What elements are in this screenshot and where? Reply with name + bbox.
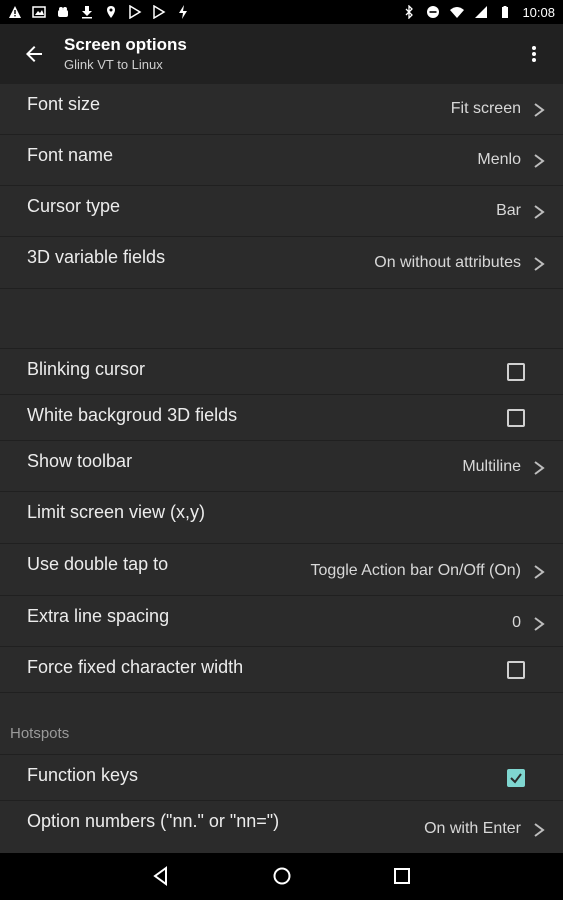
status-system: 10:08 bbox=[402, 5, 555, 20]
chevron-right-icon bbox=[534, 823, 545, 837]
setting-blinking-cursor[interactable]: Blinking cursor bbox=[0, 349, 563, 395]
setting-value: Multiline bbox=[462, 458, 521, 475]
back-arrow-icon[interactable] bbox=[22, 42, 46, 66]
status-time: 10:08 bbox=[522, 4, 555, 20]
download-icon bbox=[82, 6, 92, 19]
setting-label: Show toolbar bbox=[27, 451, 133, 471]
setting-label: Force fixed character width bbox=[27, 657, 244, 677]
bluetooth-icon bbox=[405, 5, 414, 19]
chevron-right-icon bbox=[534, 565, 545, 579]
setting-font-size[interactable]: Font size Fit screen bbox=[0, 84, 563, 135]
setting-limit-screen-view[interactable]: Limit screen view (x,y) bbox=[0, 492, 563, 544]
section-title: Hotspots bbox=[10, 725, 70, 742]
battery-icon bbox=[502, 6, 509, 18]
setting-label: Font name bbox=[27, 145, 114, 165]
setting-option-numbers[interactable]: Option numbers ("nn." or "nn=") On with … bbox=[0, 801, 563, 854]
play-store-icon bbox=[129, 5, 142, 19]
page-subtitle: Glink VT to Linux bbox=[64, 57, 163, 72]
blinking-cursor-checkbox[interactable] bbox=[507, 363, 525, 381]
setting-show-toolbar[interactable]: Show toolbar Multiline bbox=[0, 441, 563, 492]
setting-extra-line-spacing[interactable]: Extra line spacing 0 bbox=[0, 596, 563, 647]
more-options-icon[interactable] bbox=[525, 42, 543, 66]
section-header-hotspots: Hotspots bbox=[0, 693, 563, 755]
signal-icon bbox=[475, 6, 488, 18]
setting-label: Option numbers ("nn." or "nn=") bbox=[27, 811, 280, 831]
setting-label: Font size bbox=[27, 94, 101, 114]
navigation-bar bbox=[0, 853, 563, 900]
do-not-disturb-icon bbox=[427, 6, 440, 18]
image-icon bbox=[32, 6, 46, 18]
setting-value: Menlo bbox=[477, 151, 521, 168]
status-bar: 10:08 bbox=[0, 0, 563, 24]
list-spacer bbox=[0, 289, 563, 349]
setting-label: Limit screen view (x,y) bbox=[27, 502, 206, 522]
setting-label: Blinking cursor bbox=[27, 359, 146, 379]
setting-label: 3D variable fields bbox=[27, 247, 166, 267]
app-bar-titles: Screen options Glink VT to Linux bbox=[64, 34, 187, 74]
setting-function-keys[interactable]: Function keys bbox=[0, 755, 563, 801]
setting-value: Toggle Action bar On/Off (On) bbox=[310, 562, 521, 579]
function-keys-checkbox[interactable] bbox=[507, 769, 525, 787]
recents-square-icon[interactable] bbox=[391, 865, 413, 887]
back-triangle-icon[interactable] bbox=[150, 865, 172, 887]
setting-value: On with Enter bbox=[424, 820, 521, 837]
chevron-right-icon bbox=[534, 103, 545, 117]
checkmark-icon bbox=[510, 773, 522, 784]
white-background-checkbox[interactable] bbox=[507, 409, 525, 427]
play-store-icon bbox=[153, 5, 166, 19]
android-icon bbox=[58, 7, 68, 17]
flash-icon bbox=[179, 5, 187, 19]
setting-label: Cursor type bbox=[27, 196, 121, 216]
setting-label: Use double tap to bbox=[27, 554, 169, 574]
status-notifications bbox=[8, 5, 190, 19]
setting-label: Function keys bbox=[27, 765, 139, 785]
warning-icon bbox=[9, 6, 21, 18]
location-icon bbox=[107, 6, 115, 18]
setting-double-tap[interactable]: Use double tap to Toggle Action bar On/O… bbox=[0, 544, 563, 596]
setting-label: Extra line spacing bbox=[27, 606, 170, 626]
chevron-right-icon bbox=[534, 617, 545, 631]
page-title: Screen options bbox=[64, 35, 187, 54]
setting-label: White backgroud 3D fields bbox=[27, 405, 238, 425]
chevron-right-icon bbox=[534, 205, 545, 219]
chevron-right-icon bbox=[534, 154, 545, 168]
settings-list: Font size Fit screen Font name Menlo Cur… bbox=[0, 84, 563, 854]
setting-value: 0 bbox=[512, 614, 521, 631]
setting-font-name[interactable]: Font name Menlo bbox=[0, 135, 563, 186]
setting-force-fixed-width[interactable]: Force fixed character width bbox=[0, 647, 563, 693]
wifi-icon bbox=[450, 7, 465, 18]
setting-value: On without attributes bbox=[374, 254, 521, 271]
setting-3d-variable-fields[interactable]: 3D variable fields On without attributes bbox=[0, 237, 563, 289]
chevron-right-icon bbox=[534, 257, 545, 271]
app-bar: Screen options Glink VT to Linux bbox=[0, 24, 563, 84]
setting-cursor-type[interactable]: Cursor type Bar bbox=[0, 186, 563, 237]
setting-value: Fit screen bbox=[450, 100, 521, 117]
chevron-right-icon bbox=[534, 461, 545, 475]
force-fixed-width-checkbox[interactable] bbox=[507, 661, 525, 679]
setting-white-background-3d-fields[interactable]: White backgroud 3D fields bbox=[0, 395, 563, 441]
home-circle-icon[interactable] bbox=[271, 865, 293, 887]
setting-value: Bar bbox=[496, 202, 521, 219]
